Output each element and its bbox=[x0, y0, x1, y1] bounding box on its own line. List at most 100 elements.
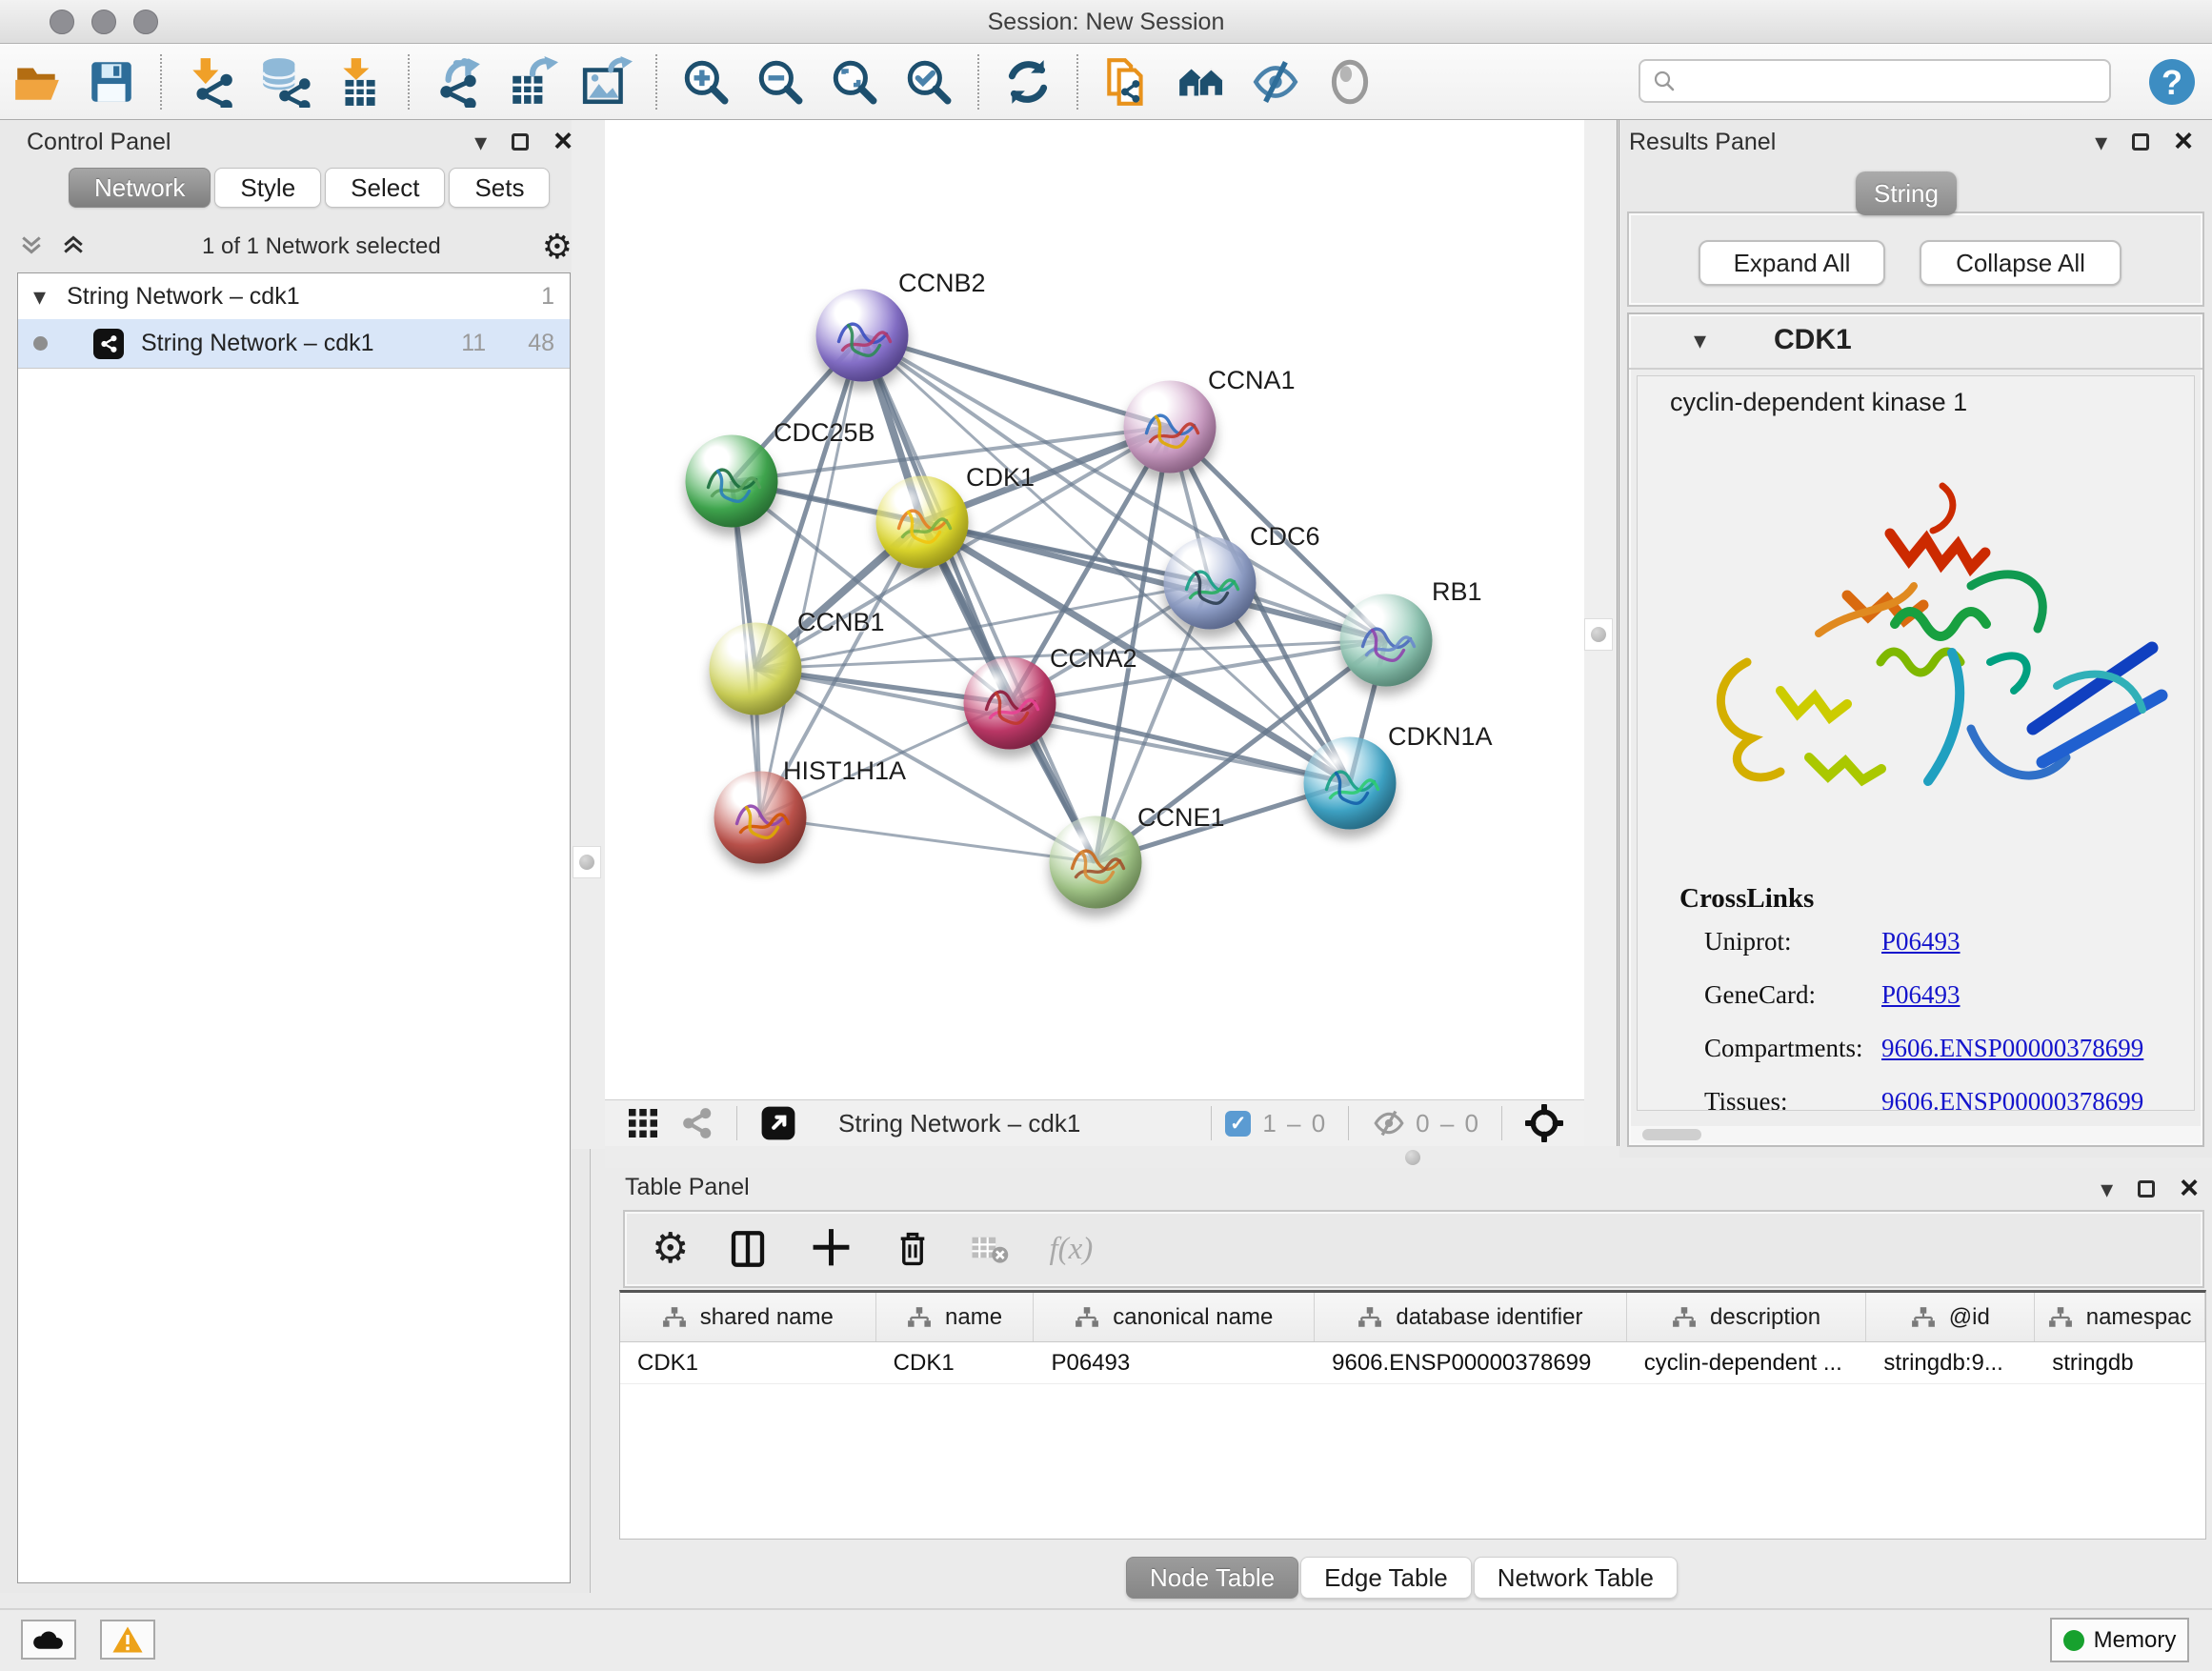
genecard-link[interactable]: P06493 bbox=[1881, 980, 1961, 1013]
import-network-button[interactable] bbox=[183, 54, 238, 110]
string-import-button[interactable] bbox=[1099, 54, 1155, 110]
uniprot-link[interactable]: P06493 bbox=[1881, 927, 1961, 959]
close-panel-icon[interactable]: × bbox=[553, 129, 573, 154]
tab-string[interactable]: String bbox=[1856, 171, 1957, 215]
network-edge[interactable] bbox=[1010, 703, 1350, 783]
section-expand-icon[interactable]: ▾ bbox=[1694, 328, 1706, 352]
tree-expand-icon[interactable]: ▾ bbox=[33, 284, 46, 309]
share-network-icon[interactable] bbox=[679, 1106, 714, 1140]
tissues-link[interactable]: 9606.ENSP00000378699 bbox=[1881, 1087, 2143, 1111]
network-edge[interactable] bbox=[760, 817, 1096, 862]
table-row[interactable]: CDK1CDK1P064939606.ENSP00000378699cyclin… bbox=[620, 1342, 2205, 1384]
column-header-database-identifier[interactable]: database identifier bbox=[1315, 1293, 1627, 1341]
network-node-ccne1[interactable] bbox=[1050, 816, 1142, 909]
collapse-all-networks-icon[interactable] bbox=[59, 231, 88, 264]
tab-node-table[interactable]: Node Table bbox=[1126, 1557, 1298, 1599]
zoom-in-button[interactable] bbox=[678, 54, 734, 110]
float-panel-icon[interactable] bbox=[512, 133, 529, 151]
delete-column-trash-icon[interactable] bbox=[895, 1230, 931, 1268]
memory-button[interactable]: Memory bbox=[2050, 1618, 2189, 1662]
export-network-button[interactable] bbox=[431, 54, 486, 110]
tab-edge-table[interactable]: Edge Table bbox=[1300, 1557, 1472, 1599]
float-panel-icon[interactable] bbox=[2132, 133, 2149, 151]
show-glass-button[interactable] bbox=[1322, 54, 1377, 110]
network-node-rb1[interactable] bbox=[1340, 594, 1433, 687]
show-columns-icon[interactable] bbox=[729, 1230, 767, 1268]
network-options-gear-icon[interactable]: ⚙ bbox=[542, 230, 573, 264]
compartments-link[interactable]: 9606.ENSP00000378699 bbox=[1881, 1034, 2143, 1066]
network-edge[interactable] bbox=[760, 335, 862, 817]
external-link-icon[interactable] bbox=[760, 1105, 796, 1141]
export-table-button[interactable] bbox=[505, 54, 560, 110]
edge-count: 48 bbox=[528, 330, 554, 357]
results-scrollbar[interactable] bbox=[1631, 1126, 2201, 1143]
network-node-ccna1[interactable] bbox=[1124, 381, 1217, 473]
network-node-ccnb1[interactable] bbox=[710, 623, 802, 715]
table-cell[interactable]: 9606.ENSP00000378699 bbox=[1315, 1342, 1627, 1383]
collapse-panel-icon[interactable]: ▾ bbox=[2101, 1177, 2113, 1201]
save-session-button[interactable] bbox=[84, 54, 139, 110]
search-input[interactable] bbox=[1686, 68, 2098, 94]
table-cell[interactable]: CDK1 bbox=[620, 1342, 876, 1383]
zoom-fit-icon bbox=[829, 56, 880, 108]
export-image-button[interactable] bbox=[579, 54, 634, 110]
column-header-namespac[interactable]: namespac bbox=[2035, 1293, 2205, 1341]
collapse-panel-icon[interactable]: ▾ bbox=[2095, 130, 2107, 154]
table-cell[interactable]: stringdb bbox=[2035, 1342, 2205, 1383]
network-node-cdk1[interactable] bbox=[876, 476, 969, 569]
table-cell[interactable]: P06493 bbox=[1034, 1342, 1315, 1383]
string-home-button[interactable] bbox=[1174, 54, 1229, 110]
import-table-button[interactable] bbox=[332, 54, 387, 110]
network-collection-row[interactable]: ▾ String Network – cdk1 1 bbox=[18, 273, 570, 319]
expand-all-button[interactable]: Expand All bbox=[1699, 240, 1885, 286]
right-splitter[interactable] bbox=[1584, 120, 1619, 1158]
apply-layout-button[interactable] bbox=[1000, 54, 1056, 110]
left-splitter[interactable] bbox=[572, 120, 605, 1149]
selected-checkbox-icon[interactable]: ✓ bbox=[1225, 1111, 1251, 1137]
cloud-button[interactable] bbox=[21, 1620, 76, 1660]
network-node-ccnb2[interactable] bbox=[816, 290, 909, 382]
toolbar-separator bbox=[160, 54, 162, 110]
gene-section-header[interactable]: ▾ CDK1 bbox=[1629, 314, 2202, 370]
zoom-out-button[interactable] bbox=[753, 54, 808, 110]
collapse-panel-icon[interactable]: ▾ bbox=[474, 130, 487, 154]
zoom-selected-button[interactable] bbox=[901, 54, 956, 110]
network-node-ccna2[interactable] bbox=[964, 657, 1056, 750]
birds-eye-view-icon[interactable] bbox=[626, 1106, 660, 1140]
column-header-canonical-name[interactable]: canonical name bbox=[1034, 1293, 1315, 1341]
table-cell[interactable]: stringdb:9... bbox=[1866, 1342, 2035, 1383]
network-node-cdkn1a[interactable] bbox=[1304, 737, 1397, 830]
close-panel-icon[interactable]: × bbox=[2174, 129, 2193, 154]
warnings-button[interactable] bbox=[100, 1620, 155, 1660]
table-options-gear-icon[interactable]: ⚙ bbox=[652, 1228, 689, 1270]
expand-all-networks-icon[interactable] bbox=[17, 231, 46, 264]
hide-glass-button[interactable] bbox=[1248, 54, 1303, 110]
tab-select[interactable]: Select bbox=[325, 168, 445, 208]
import-table-icon bbox=[333, 56, 385, 108]
network-canvas[interactable]: CCNB2CCNA1CDC25BCDK1CDC6RB1CCNB1CCNA2CDK… bbox=[605, 120, 1584, 1099]
network-row-selected[interactable]: String Network – cdk1 11 48 bbox=[18, 319, 570, 369]
collapse-all-button[interactable]: Collapse All bbox=[1920, 240, 2122, 286]
float-panel-icon[interactable] bbox=[2138, 1180, 2155, 1198]
column-header-description[interactable]: description bbox=[1627, 1293, 1867, 1341]
tab-style[interactable]: Style bbox=[214, 168, 321, 208]
column-header--id[interactable]: @id bbox=[1866, 1293, 2035, 1341]
table-cell[interactable]: CDK1 bbox=[876, 1342, 1035, 1383]
table-cell[interactable]: cyclin-dependent ... bbox=[1627, 1342, 1867, 1383]
column-header-shared-name[interactable]: shared name bbox=[620, 1293, 876, 1341]
zoom-fit-button[interactable] bbox=[827, 54, 882, 110]
network-node-cdc25b[interactable] bbox=[686, 435, 778, 528]
toolbar-separator bbox=[655, 54, 657, 110]
tab-network-table[interactable]: Network Table bbox=[1474, 1557, 1678, 1599]
import-network-from-database-button[interactable] bbox=[257, 54, 312, 110]
column-header-name[interactable]: name bbox=[876, 1293, 1035, 1341]
open-session-button[interactable] bbox=[10, 54, 65, 110]
tab-network[interactable]: Network bbox=[69, 168, 211, 208]
crosshair-navigate-icon[interactable] bbox=[1525, 1104, 1563, 1142]
add-column-icon[interactable]: ＋ bbox=[807, 1233, 855, 1266]
help-button[interactable]: ? bbox=[2147, 57, 2197, 107]
tab-sets[interactable]: Sets bbox=[449, 168, 550, 208]
close-panel-icon[interactable]: × bbox=[2180, 1176, 2199, 1201]
network-node-cdc6[interactable] bbox=[1164, 537, 1257, 630]
toolbar-separator bbox=[977, 54, 979, 110]
